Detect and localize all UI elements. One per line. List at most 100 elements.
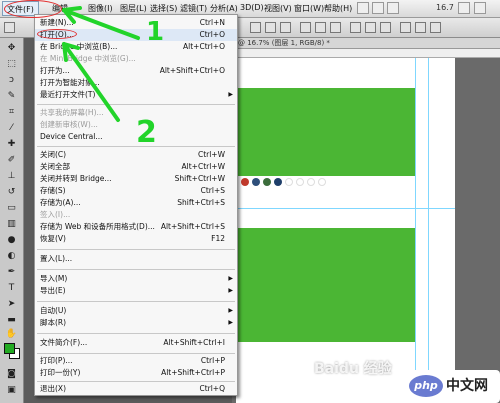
shape-tool-icon[interactable]: ▬ — [4, 314, 19, 327]
menu-item-close-and-go-to-bridge[interactable]: 关闭并转到 Bridge... Shift+Ctrl+W — [35, 173, 237, 185]
menu-item-close[interactable]: 关闭(C) Ctrl+W — [35, 149, 237, 161]
align-bottom-icon[interactable] — [280, 22, 291, 33]
history-brush-tool-icon[interactable]: ↺ — [4, 186, 19, 199]
align-center-icon[interactable] — [315, 22, 326, 33]
bridge-icon[interactable] — [357, 2, 369, 14]
brush-tool-icon[interactable]: ✐ — [4, 154, 19, 167]
path-select-tool-icon[interactable]: ➤ — [4, 298, 19, 311]
ruler-top — [232, 49, 500, 58]
distribute-left-icon[interactable] — [400, 22, 411, 33]
menu-help[interactable]: 帮助(H) — [324, 3, 352, 14]
menu-item-label: 脚本(R) — [40, 318, 67, 327]
color-dot — [263, 178, 271, 186]
menu-item-save-as[interactable]: 存储为(A)... Shift+Ctrl+S — [35, 197, 237, 209]
gradient-tool-icon[interactable]: ▥ — [4, 218, 19, 231]
quick-mask-icon[interactable]: ◙ — [4, 368, 19, 381]
menu-item-file-info[interactable]: 文件简介(F)... Alt+Shift+Ctrl+I — [35, 337, 237, 349]
align-middle-icon[interactable] — [265, 22, 276, 33]
menu-item-label: 关闭(C) — [40, 150, 67, 159]
distribute-middle-icon[interactable] — [365, 22, 376, 33]
menu-item-label: 存储为 Web 和设备所用格式(D)... — [40, 222, 155, 231]
color-dot — [318, 178, 326, 186]
menu-item-browse-in-mini-bridge[interactable]: 在 Mini Bridge 中浏览(G)... — [35, 53, 237, 65]
menu-item-print-one-copy[interactable]: 打印一份(Y) Alt+Shift+Ctrl+P — [35, 367, 237, 379]
align-left-icon[interactable] — [300, 22, 311, 33]
guide-line — [428, 58, 429, 403]
distribute-top-icon[interactable] — [350, 22, 361, 33]
menu-item-import[interactable]: 导入(M) ▶ — [35, 273, 237, 285]
menu-item-scripts[interactable]: 脚本(R) ▶ — [35, 317, 237, 329]
php-watermark: php 中文网 — [405, 370, 500, 403]
menu-window[interactable]: 窗口(W) — [294, 3, 324, 14]
menu-item-shortcut: Shift+Ctrl+W — [174, 174, 225, 183]
eyedropper-tool-icon[interactable]: ⁄ — [4, 122, 19, 135]
menu-filter[interactable]: 滤镜(T) — [180, 3, 207, 14]
menu-item-shortcut: Ctrl+P — [200, 356, 225, 365]
marquee-tool-icon[interactable]: ⬚ — [4, 58, 19, 71]
distribute-right-icon[interactable] — [430, 22, 441, 33]
view-extras-icon[interactable] — [387, 2, 399, 14]
menu-item-open-as-smart-object[interactable]: 打开为智能对象... — [35, 77, 237, 89]
distribute-bottom-icon[interactable] — [380, 22, 391, 33]
menu-item-create-review[interactable]: 创建新审核(W)... — [35, 119, 237, 131]
crop-tool-icon[interactable]: ⌗ — [4, 106, 19, 119]
menu-3d[interactable]: 3D(D) — [240, 3, 264, 12]
lasso-tool-icon[interactable]: ↄ — [4, 74, 19, 87]
menu-item-export[interactable]: 导出(E) ▶ — [35, 285, 237, 297]
mini-bridge-icon[interactable] — [372, 2, 384, 14]
green-band-bottom — [236, 228, 415, 342]
document-tab[interactable]: @ 16.7% (图层 1, RGB/8) * — [232, 38, 500, 49]
quick-select-tool-icon[interactable]: ✎ — [4, 90, 19, 103]
healing-brush-tool-icon[interactable]: ✚ — [4, 138, 19, 151]
menu-separator — [37, 381, 235, 382]
menu-item-device-central[interactable]: Device Central... — [35, 131, 237, 143]
eraser-tool-icon[interactable]: ▭ — [4, 202, 19, 215]
align-top-icon[interactable] — [250, 22, 261, 33]
menu-item-open-as[interactable]: 打开为... Alt+Shift+Ctrl+O — [35, 65, 237, 77]
menu-item-revert[interactable]: 恢复(V) F12 — [35, 233, 237, 245]
menu-item-label: 置入(L)... — [40, 254, 73, 263]
menu-item-shortcut: Ctrl+Q — [199, 384, 225, 393]
menu-item-browse-in-bridge[interactable]: 在 Bridge 中浏览(B)... Alt+Ctrl+O — [35, 41, 237, 53]
dodge-tool-icon[interactable]: ◐ — [4, 250, 19, 263]
menu-item-share-screen[interactable]: 共享我的屏幕(H)... — [35, 107, 237, 119]
menu-view[interactable]: 视图(V) — [264, 3, 292, 14]
menu-item-label: 自动(U) — [40, 306, 67, 315]
type-tool-icon[interactable]: T — [4, 282, 19, 295]
align-right-icon[interactable] — [330, 22, 341, 33]
menu-separator — [37, 301, 235, 302]
menu-item-check-in[interactable]: 签入(I)... — [35, 209, 237, 221]
menu-layer[interactable]: 图层(L) — [120, 3, 147, 14]
menu-item-print[interactable]: 打印(P)... Ctrl+P — [35, 355, 237, 367]
menu-item-exit[interactable]: 退出(X) Ctrl+Q — [35, 383, 237, 395]
guide-line — [236, 208, 455, 209]
menu-analysis[interactable]: 分析(A) — [210, 3, 238, 14]
hand-icon[interactable] — [458, 2, 470, 14]
menu-item-save-for-web[interactable]: 存储为 Web 和设备所用格式(D)... Alt+Shift+Ctrl+S — [35, 221, 237, 233]
menu-item-label: 打开为智能对象... — [40, 78, 100, 87]
distribute-center-icon[interactable] — [415, 22, 426, 33]
menu-item-close-all[interactable]: 关闭全部 Alt+Ctrl+W — [35, 161, 237, 173]
clone-stamp-tool-icon[interactable]: ⊥ — [4, 170, 19, 183]
menu-item-label: 新建(N)... — [40, 18, 74, 27]
blur-tool-icon[interactable]: ● — [4, 234, 19, 247]
screen-mode-icon[interactable]: ▣ — [4, 384, 19, 397]
zoom-icon[interactable] — [474, 2, 486, 14]
menu-image[interactable]: 图像(I) — [88, 3, 113, 14]
move-tool-icon[interactable]: ✥ — [4, 42, 19, 55]
menu-select[interactable]: 选择(S) — [150, 3, 177, 14]
menu-item-open-recent[interactable]: 最近打开文件(T) ▶ — [35, 89, 237, 101]
pen-tool-icon[interactable]: ✒ — [4, 266, 19, 279]
menu-item-place[interactable]: 置入(L)... — [35, 253, 237, 265]
menu-item-shortcut: Ctrl+S — [200, 186, 225, 195]
menu-item-save[interactable]: 存储(S) Ctrl+S — [35, 185, 237, 197]
menu-item-label: 文件简介(F)... — [40, 338, 88, 347]
foreground-color-swatch[interactable] — [4, 343, 15, 354]
menu-item-new[interactable]: 新建(N)... Ctrl+N — [35, 17, 237, 29]
menu-item-shortcut: Alt+Shift+Ctrl+O — [159, 66, 225, 75]
menu-item-label: 在 Mini Bridge 中浏览(G)... — [40, 54, 136, 63]
move-tool-icon[interactable] — [4, 22, 15, 33]
menu-item-automate[interactable]: 自动(U) ▶ — [35, 305, 237, 317]
hand-tool-icon[interactable]: ✋ — [4, 328, 19, 341]
zoom-level[interactable]: 16.7 — [436, 3, 454, 12]
